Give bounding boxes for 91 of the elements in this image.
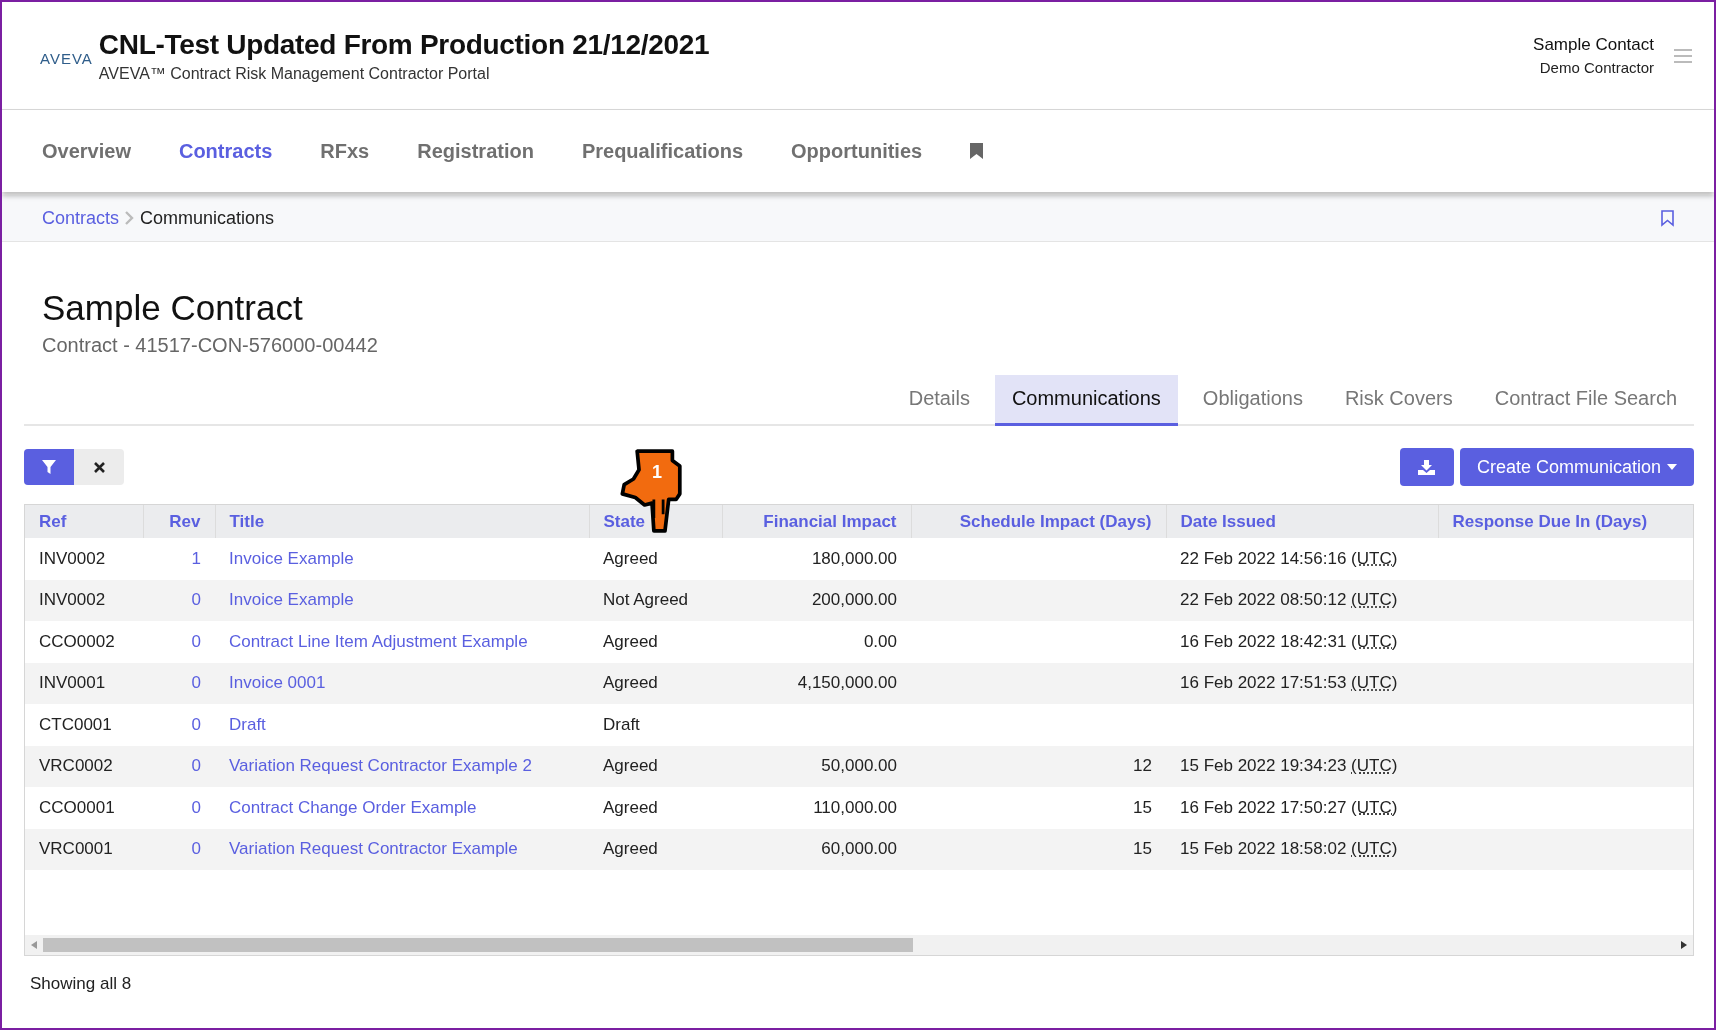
- close-icon: [93, 461, 105, 473]
- ref-cell: CCO0002: [39, 631, 115, 651]
- ref-cell: VRC0001: [39, 839, 113, 859]
- rev-cell[interactable]: 0: [191, 714, 201, 734]
- state-cell: Agreed: [603, 631, 658, 651]
- date-text: 15 Feb 2022 18:58:02: [1180, 839, 1347, 859]
- schedule-impact-cell: 15: [1133, 839, 1152, 859]
- ref-cell: INV0001: [39, 673, 106, 693]
- financial-impact-cell: 110,000.00: [813, 797, 897, 817]
- download-icon: [1418, 459, 1436, 475]
- ref-cell: INV0002: [39, 590, 106, 610]
- bookmark-icon[interactable]: [970, 143, 984, 159]
- title-link[interactable]: Invoice 0001: [229, 673, 326, 693]
- financial-impact-cell: 50,000.00: [821, 756, 897, 776]
- ref-cell: CCO0001: [39, 797, 115, 817]
- tab[interactable]: Communications: [994, 375, 1178, 426]
- breadcrumb-link[interactable]: Contracts: [42, 207, 120, 229]
- state-cell: Draft: [603, 714, 640, 734]
- date-text: 16 Feb 2022 17:50:27: [1180, 797, 1347, 817]
- logo: AVEVA: [40, 50, 93, 67]
- title-link[interactable]: Draft: [229, 714, 266, 734]
- timezone-text: (UTC): [1351, 797, 1398, 817]
- timezone-text: (UTC): [1351, 756, 1398, 776]
- date-text: 16 Feb 2022 17:51:53: [1180, 673, 1347, 693]
- ref-cell: CTC0001: [39, 714, 112, 734]
- page-subtitle: Contract - 41517-CON-576000-00442: [42, 334, 379, 357]
- financial-impact-cell: 180,000.00: [811, 548, 897, 568]
- date-text: 16 Feb 2022 18:42:31: [1180, 631, 1347, 651]
- filter-button[interactable]: [24, 449, 74, 485]
- user-name: Sample Contact: [1533, 35, 1654, 55]
- timezone-text: (UTC): [1351, 631, 1398, 651]
- nav-link[interactable]: Prequalifications: [581, 139, 744, 163]
- tab[interactable]: Details: [891, 375, 987, 426]
- rev-cell[interactable]: 0: [191, 590, 201, 610]
- financial-impact-cell: 0.00: [863, 631, 897, 651]
- timezone-text: (UTC): [1351, 673, 1398, 693]
- title-link[interactable]: Invoice Example: [229, 590, 354, 610]
- scroll-right-icon[interactable]: [1681, 941, 1687, 949]
- state-cell: Agreed: [603, 673, 658, 693]
- page-title: Sample Contract: [42, 288, 304, 328]
- state-cell: Agreed: [603, 548, 658, 568]
- date-text: 22 Feb 2022 08:50:12: [1180, 590, 1347, 610]
- app-title: CNL-Test Updated From Production 21/12/2021: [98, 28, 710, 61]
- rev-cell[interactable]: 1: [191, 548, 201, 568]
- schedule-impact-cell: 12: [1133, 756, 1152, 776]
- date-text: 22 Feb 2022 14:56:16: [1180, 548, 1347, 568]
- timezone-text: (UTC): [1351, 839, 1398, 859]
- filter-icon: [42, 460, 56, 474]
- rev-cell[interactable]: 0: [191, 839, 201, 859]
- rev-cell[interactable]: 0: [191, 797, 201, 817]
- state-cell: Agreed: [603, 839, 658, 859]
- ref-cell: INV0002: [39, 548, 106, 568]
- download-button[interactable]: [1399, 448, 1454, 486]
- horizontal-scrollbar[interactable]: [25, 935, 1693, 955]
- breadcrumb-current: Communications: [140, 207, 275, 229]
- nav-link[interactable]: Contracts: [178, 139, 273, 163]
- app-subtitle: AVEVA™ Contract Risk Management Contractor Portal: [98, 64, 491, 83]
- schedule-impact-cell: 15: [1133, 797, 1152, 817]
- date-text: 15 Feb 2022 19:34:23: [1180, 756, 1347, 776]
- row-count: Showing all 8: [30, 974, 133, 994]
- user-company: Demo Contractor: [1538, 59, 1654, 76]
- title-link[interactable]: Contract Change Order Example: [229, 797, 477, 817]
- column-header[interactable]: State: [603, 511, 646, 531]
- state-cell: Agreed: [603, 756, 658, 776]
- timezone-text: (UTC): [1351, 548, 1398, 568]
- column-header[interactable]: Ref: [39, 511, 67, 531]
- caret-icon: [1667, 464, 1677, 470]
- financial-impact-cell: 4,150,000.00: [797, 673, 897, 693]
- column-header[interactable]: Title: [229, 511, 265, 531]
- nav-link[interactable]: Opportunities: [791, 139, 923, 163]
- financial-impact-cell: 200,000.00: [811, 590, 897, 610]
- bookmark-icon[interactable]: [1661, 209, 1674, 227]
- title-link[interactable]: Contract Line Item Adjustment Example: [229, 631, 528, 651]
- chevron-icon: [125, 211, 135, 225]
- annotation-number: 1: [652, 462, 662, 483]
- timezone-text: (UTC): [1351, 590, 1398, 610]
- tab[interactable]: Contract File Search: [1477, 375, 1694, 426]
- state-cell: Agreed: [603, 797, 658, 817]
- tab[interactable]: Risk Covers: [1327, 375, 1470, 426]
- rev-cell[interactable]: 0: [191, 673, 201, 693]
- tab[interactable]: Obligations: [1185, 375, 1320, 426]
- nav-link[interactable]: Overview: [42, 139, 131, 163]
- title-link[interactable]: Invoice Example: [229, 548, 354, 568]
- nav-link[interactable]: Registration: [417, 139, 534, 163]
- financial-impact-cell: 60,000.00: [821, 839, 897, 859]
- rev-cell[interactable]: 0: [191, 756, 201, 776]
- create-communication-button[interactable]: Create Communication: [1459, 448, 1694, 486]
- rev-cell[interactable]: 0: [191, 631, 201, 651]
- nav-link[interactable]: RFxs: [320, 139, 370, 163]
- state-cell: Not Agreed: [603, 590, 689, 610]
- ref-cell: VRC0002: [39, 756, 113, 776]
